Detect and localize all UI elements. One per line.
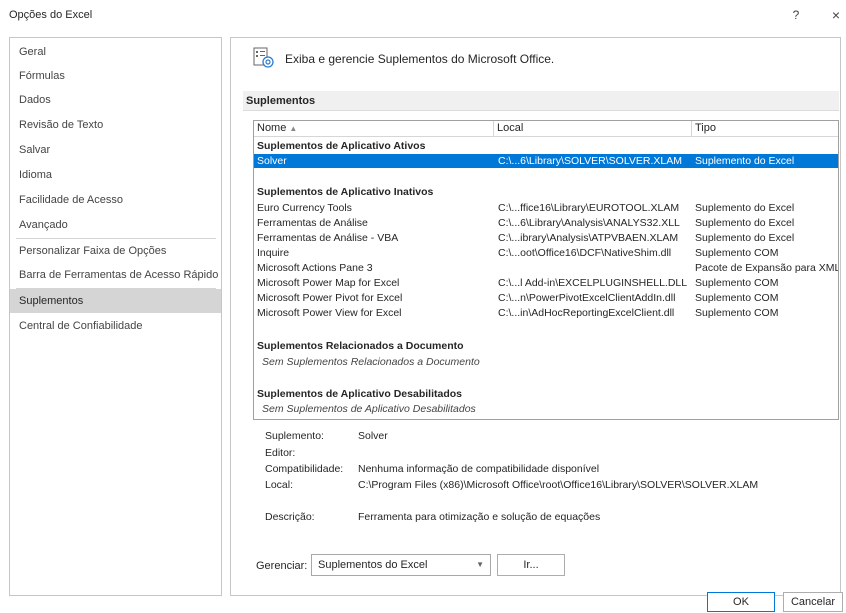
sort-ascending-icon: ▲ bbox=[289, 124, 298, 133]
sidebar-item-dados[interactable]: Dados bbox=[10, 88, 221, 112]
manage-select-value: Suplementos do Excel bbox=[318, 559, 428, 571]
cancel-button[interactable]: Cancelar bbox=[783, 592, 843, 612]
detail-local-value: C:\Program Files (x86)\Microsoft Office\… bbox=[358, 479, 759, 491]
cell-local: C:\...ffice16\Library\EUROTOOL.XLAM bbox=[498, 202, 680, 214]
cell-local: C:\...n\PowerPivotExcelClientAddIn.dll bbox=[498, 292, 676, 304]
cell-tipo: Suplemento COM bbox=[695, 277, 779, 289]
manage-label: Gerenciar: bbox=[256, 560, 308, 572]
cell-nome: Ferramentas de Análise bbox=[257, 217, 368, 229]
table-row[interactable]: Ferramentas de Análise - VBA C:\...ibrar… bbox=[254, 231, 838, 245]
cell-nome: Solver bbox=[257, 155, 287, 167]
group-title-document: Suplementos Relacionados a Documento bbox=[257, 340, 464, 352]
cell-tipo: Suplemento do Excel bbox=[695, 217, 795, 229]
close-button[interactable]: × bbox=[825, 5, 846, 25]
manage-select[interactable]: Suplementos do Excel ▼ bbox=[311, 554, 491, 576]
sidebar-item-suplementos[interactable]: Suplementos bbox=[10, 289, 221, 313]
main-pane: Exiba e gerencie Suplementos do Microsof… bbox=[230, 37, 841, 596]
sidebar: Geral Fórmulas Dados Revisão de Texto Sa… bbox=[9, 37, 222, 596]
sidebar-item-idioma[interactable]: Idioma bbox=[10, 163, 221, 187]
column-header-local[interactable]: Local bbox=[494, 121, 692, 137]
table-row[interactable]: Euro Currency Tools C:\...ffice16\Librar… bbox=[254, 201, 838, 215]
cell-local: C:\...oot\Office16\DCF\NativeShim.dll bbox=[498, 247, 672, 259]
group-empty-document: Sem Suplementos Relacionados a Documento bbox=[262, 356, 480, 368]
sidebar-item-salvar[interactable]: Salvar bbox=[10, 138, 221, 162]
table-row[interactable]: Ferramentas de Análise C:\...6\Library\A… bbox=[254, 216, 838, 230]
table-row[interactable]: Microsoft Power View for Excel C:\...in\… bbox=[254, 306, 838, 320]
detail-suplemento-value: Solver bbox=[358, 430, 388, 442]
table-row[interactable]: Microsoft Power Map for Excel C:\...l Ad… bbox=[254, 276, 838, 290]
cell-nome: Euro Currency Tools bbox=[257, 202, 352, 214]
cell-nome: Inquire bbox=[257, 247, 290, 259]
column-header-nome-label: Nome bbox=[257, 122, 287, 134]
detail-desc-value: Ferramenta para otimização e solução de … bbox=[358, 511, 601, 523]
table-row[interactable]: Inquire C:\...oot\Office16\DCF\NativeShi… bbox=[254, 246, 838, 260]
sidebar-item-avancado[interactable]: Avançado bbox=[10, 213, 221, 237]
sidebar-item-personalizar-faixa[interactable]: Personalizar Faixa de Opções bbox=[10, 239, 221, 263]
sidebar-item-barra-acesso-rapido[interactable]: Barra de Ferramentas de Acesso Rápido bbox=[10, 263, 221, 287]
chevron-down-icon: ▼ bbox=[476, 560, 484, 569]
group-title-active: Suplementos de Aplicativo Ativos bbox=[257, 140, 426, 152]
detail-compat-label: Compatibilidade: bbox=[265, 463, 344, 475]
detail-suplemento-label: Suplemento: bbox=[265, 430, 324, 442]
sidebar-item-formulas[interactable]: Fórmulas bbox=[10, 64, 221, 88]
detail-compat-value: Nenhuma informação de compatibilidade di… bbox=[358, 463, 600, 475]
group-title-disabled: Suplementos de Aplicativo Desabilitados bbox=[257, 388, 462, 400]
section-header: Suplementos bbox=[243, 91, 839, 111]
cell-tipo: Suplemento COM bbox=[695, 247, 779, 259]
cell-local: C:\...ibrary\Analysis\ATPVBAEN.XLAM bbox=[498, 232, 679, 244]
cell-local: C:\...6\Library\SOLVER\SOLVER.XLAM bbox=[498, 155, 683, 167]
cell-local: C:\...l Add-in\EXCELPLUGINSHELL.DLL bbox=[498, 277, 688, 289]
detail-desc-label: Descrição: bbox=[265, 511, 315, 523]
sidebar-item-revisao[interactable]: Revisão de Texto bbox=[10, 113, 221, 137]
cell-local: C:\...6\Library\Analysis\ANALYS32.XLL bbox=[498, 217, 680, 229]
header-description: Exiba e gerencie Suplementos do Microsof… bbox=[285, 52, 555, 66]
sidebar-item-central-confiabilidade[interactable]: Central de Confiabilidade bbox=[10, 314, 221, 338]
cell-nome: Microsoft Power View for Excel bbox=[257, 307, 402, 319]
sidebar-item-acessibilidade[interactable]: Facilidade de Acesso bbox=[10, 188, 221, 212]
group-title-inactive: Suplementos de Aplicativo Inativos bbox=[257, 186, 434, 198]
window-title: Opções do Excel bbox=[9, 9, 93, 21]
sidebar-item-geral[interactable]: Geral bbox=[10, 40, 221, 64]
table-row[interactable]: Solver C:\...6\Library\SOLVER\SOLVER.XLA… bbox=[254, 154, 838, 168]
table-row[interactable]: Microsoft Power Pivot for Excel C:\...n\… bbox=[254, 291, 838, 305]
cell-tipo: Suplemento do Excel bbox=[695, 155, 795, 167]
addins-gear-icon bbox=[253, 47, 274, 68]
go-button[interactable]: Ir... bbox=[497, 554, 565, 576]
list-header: Nome ▲ Local Tipo bbox=[254, 121, 838, 137]
cell-nome: Microsoft Actions Pane 3 bbox=[257, 262, 373, 274]
cell-nome: Microsoft Power Map for Excel bbox=[257, 277, 400, 289]
group-empty-disabled: Sem Suplementos de Aplicativo Desabilita… bbox=[262, 403, 476, 415]
column-header-nome[interactable]: Nome ▲ bbox=[254, 121, 494, 137]
ok-button[interactable]: OK bbox=[707, 592, 775, 612]
cell-tipo: Suplemento COM bbox=[695, 307, 779, 319]
column-header-tipo[interactable]: Tipo bbox=[692, 121, 838, 137]
cell-tipo: Suplemento do Excel bbox=[695, 232, 795, 244]
cell-nome: Ferramentas de Análise - VBA bbox=[257, 232, 399, 244]
detail-local-label: Local: bbox=[265, 479, 294, 491]
addins-list[interactable]: Nome ▲ Local Tipo Suplementos de Aplicati… bbox=[253, 120, 839, 420]
help-button[interactable]: ? bbox=[785, 5, 807, 25]
detail-editor-label: Editor: bbox=[265, 447, 296, 459]
cell-nome: Microsoft Power Pivot for Excel bbox=[257, 292, 403, 304]
cell-local: C:\...in\AdHocReportingExcelClient.dll bbox=[498, 307, 675, 319]
cell-tipo: Pacote de Expansão para XML bbox=[695, 262, 839, 274]
cell-tipo: Suplemento do Excel bbox=[695, 202, 795, 214]
cell-tipo: Suplemento COM bbox=[695, 292, 779, 304]
table-row[interactable]: Microsoft Actions Pane 3 Pacote de Expan… bbox=[254, 261, 839, 275]
title-bar: Opções do Excel ? × bbox=[0, 0, 846, 30]
